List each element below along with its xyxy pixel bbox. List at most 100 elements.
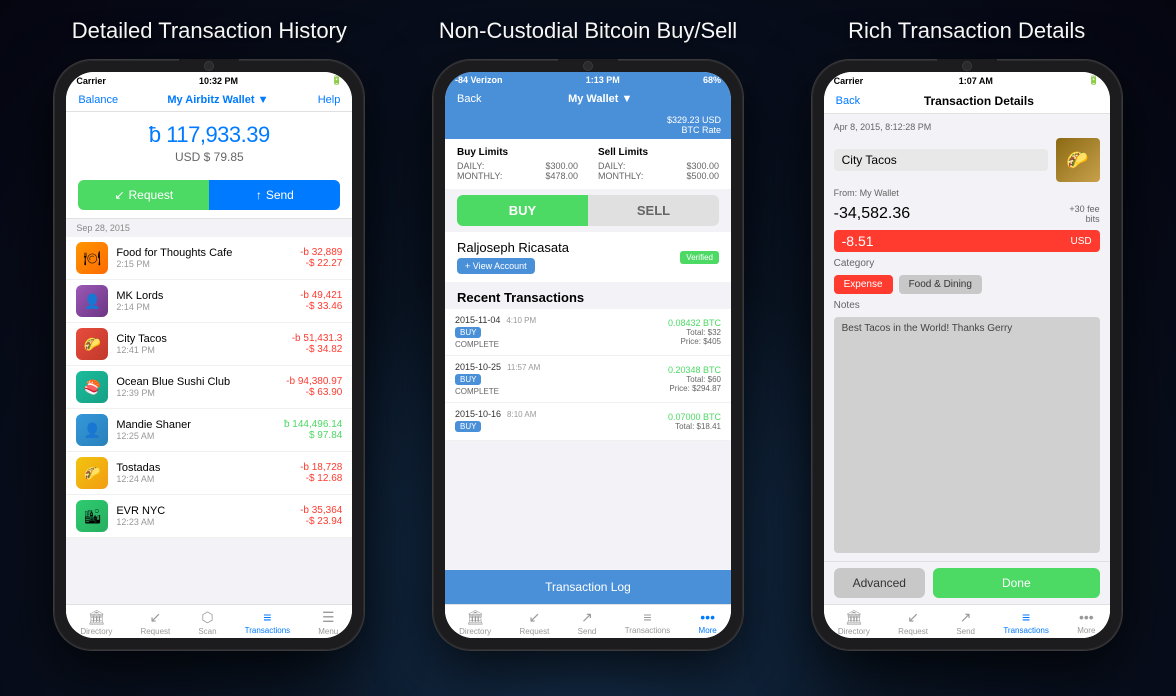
p2-transaction-log-button[interactable]: Transaction Log bbox=[445, 570, 731, 604]
p2-tx-2-total: Total: $18.41 bbox=[668, 422, 721, 431]
p1-tx-4-btc: ƀ 144,496.14 bbox=[284, 419, 342, 430]
p2-buy-daily-label: DAILY: bbox=[457, 161, 484, 171]
p2-buy-tab[interactable]: BUY bbox=[457, 195, 588, 226]
p2-recent-transactions-title: Recent Transactions bbox=[445, 282, 731, 309]
p2-nav-transactions[interactable]: ≡ Transactions bbox=[625, 609, 671, 636]
p1-tx-5-avatar: 🌮 bbox=[76, 457, 108, 489]
p3-merchant-row: City Tacos 🌮 bbox=[834, 138, 1100, 182]
p2-nav-more[interactable]: ••• More bbox=[699, 609, 717, 636]
p1-tx-0-time: 2:15 PM bbox=[116, 259, 292, 269]
p1-request-button[interactable]: ↙ Request bbox=[78, 180, 209, 210]
p2-tx-1-status: COMPLETE bbox=[455, 387, 660, 396]
p2-tx-2[interactable]: 2015-10-16 8:10 AM BUY 0.07000 BTC Total… bbox=[445, 403, 731, 441]
p1-tx-4[interactable]: 👤 Mandie Shaner 12:25 AM ƀ 144,496.14 $ … bbox=[66, 409, 352, 452]
p2-buy-monthly-label: MONTHLY: bbox=[457, 171, 502, 181]
p2-buy-monthly: MONTHLY: $478.00 bbox=[457, 171, 578, 181]
phone-3-camera bbox=[937, 59, 997, 71]
p3-expense-category[interactable]: Expense bbox=[834, 275, 893, 294]
p1-tx-0-info: Food for Thoughts Cafe 2:15 PM bbox=[116, 247, 292, 269]
p1-tx-1-amounts: -b 49,421 -$ 33.46 bbox=[300, 290, 342, 312]
p1-tx-0-btc: -b 32,889 bbox=[300, 247, 342, 258]
p2-sell-limits-title: Sell Limits bbox=[598, 147, 719, 158]
p2-time: 1:13 PM bbox=[586, 75, 620, 85]
p2-sell-daily: DAILY: $300.00 bbox=[598, 161, 719, 171]
p3-usd-amount: -8.51 bbox=[842, 233, 874, 249]
p3-nav-send[interactable]: ↗ Send bbox=[956, 609, 975, 636]
p2-tx-0-btc: 0.08432 BTC bbox=[668, 318, 721, 328]
p2-tx-0-total: Total: $32 bbox=[668, 328, 721, 337]
p3-done-button[interactable]: Done bbox=[933, 568, 1100, 598]
p2-buy-daily: DAILY: $300.00 bbox=[457, 161, 578, 171]
p1-tx-6[interactable]: 🏙 EVR NYC 12:23 AM -b 35,364 -$ 23.94 bbox=[66, 495, 352, 538]
p1-tx-0-amounts: -b 32,889 -$ 22.27 bbox=[300, 247, 342, 269]
p3-more-label: More bbox=[1077, 626, 1095, 635]
p1-nav-directory[interactable]: 🏛 Directory bbox=[80, 609, 112, 636]
p1-nav: Balance My Airbitz Wallet ▼ Help bbox=[66, 89, 352, 112]
p1-scan-label: Scan bbox=[198, 627, 216, 636]
p1-nav-balance[interactable]: Balance bbox=[78, 94, 118, 106]
p2-tx-0-time: 4:10 PM bbox=[506, 316, 536, 325]
p1-tx-5-info: Tostadas 12:24 AM bbox=[116, 462, 292, 484]
p1-tx-4-time: 12:25 AM bbox=[116, 431, 276, 441]
title-center: Non-Custodial Bitcoin Buy/Sell bbox=[399, 18, 778, 44]
title-right: Rich Transaction Details bbox=[777, 18, 1156, 44]
p1-nav-transactions[interactable]: ≡ Transactions bbox=[245, 609, 291, 636]
p1-send-button[interactable]: ↑ Send bbox=[209, 180, 340, 210]
p2-nav-request[interactable]: ↙ Request bbox=[520, 609, 550, 636]
p1-tx-2[interactable]: 🌮 City Tacos 12:41 PM -b 51,431.3 -$ 34.… bbox=[66, 323, 352, 366]
p2-tx-1-badge: BUY bbox=[455, 374, 481, 385]
p1-tx-6-name: EVR NYC bbox=[116, 505, 292, 517]
p2-transactions-label: Transactions bbox=[625, 626, 671, 635]
p1-tx-2-amounts: -b 51,431.3 -$ 34.82 bbox=[292, 333, 343, 355]
p1-directory-label: Directory bbox=[80, 627, 112, 636]
p2-tx-0[interactable]: 2015-11-04 4:10 PM BUY COMPLETE 0.08432 … bbox=[445, 309, 731, 356]
p3-send-icon: ↗ bbox=[960, 609, 972, 626]
p2-view-account-button[interactable]: + View Account bbox=[457, 258, 535, 274]
p3-back-button[interactable]: Back bbox=[836, 95, 860, 107]
p3-nav-request[interactable]: ↙ Request bbox=[898, 609, 928, 636]
p1-tx-3[interactable]: 🍣 Ocean Blue Sushi Club 12:39 PM -b 94,3… bbox=[66, 366, 352, 409]
p2-tx-0-right: 0.08432 BTC Total: $32 Price: $405 bbox=[668, 318, 721, 346]
p1-request-nav-icon: ↙ bbox=[149, 609, 161, 626]
p1-tx-1-btc: -b 49,421 bbox=[300, 290, 342, 301]
p2-tx-1-price: Price: $294.87 bbox=[668, 384, 721, 393]
p1-tx-1[interactable]: 👤 MK Lords 2:14 PM -b 49,421 -$ 33.46 bbox=[66, 280, 352, 323]
p2-send-icon: ↗ bbox=[581, 609, 593, 626]
p3-amount-row: -34,582.36 +30 feebits bbox=[834, 204, 1100, 224]
p2-wallet-title[interactable]: My Wallet ▼ bbox=[568, 93, 632, 105]
p1-tx-0[interactable]: 🍽 Food for Thoughts Cafe 2:15 PM -b 32,8… bbox=[66, 237, 352, 280]
p1-nav-scan[interactable]: ⬡ Scan bbox=[198, 609, 216, 636]
p3-notes-box[interactable]: Best Tacos in the World! Thanks Gerry bbox=[834, 317, 1100, 553]
p3-request-icon: ↙ bbox=[907, 609, 919, 626]
p2-more-label: More bbox=[699, 626, 717, 635]
p1-tx-2-time: 12:41 PM bbox=[116, 345, 283, 355]
phone-2: -84 Verizon 1:13 PM 68% Back My Wallet ▼… bbox=[433, 60, 743, 650]
p2-limits: Buy Limits DAILY: $300.00 MONTHLY: $478.… bbox=[445, 139, 731, 189]
p2-back-button[interactable]: Back bbox=[457, 93, 481, 105]
p3-advanced-button[interactable]: Advanced bbox=[834, 568, 925, 598]
p1-nav-help[interactable]: Help bbox=[318, 94, 341, 106]
p2-sell-tab[interactable]: SELL bbox=[588, 195, 719, 226]
p1-nav-request[interactable]: ↙ Request bbox=[140, 609, 170, 636]
p1-tx-3-name: Ocean Blue Sushi Club bbox=[116, 376, 278, 388]
p3-food-category[interactable]: Food & Dining bbox=[899, 275, 982, 294]
p1-nav-wallet[interactable]: My Airbitz Wallet ▼ bbox=[167, 94, 268, 106]
p2-user-name: Raljoseph Ricasata bbox=[457, 240, 569, 255]
p1-tx-4-usd: $ 97.84 bbox=[284, 430, 342, 441]
p2-tx-1-right: 0.20348 BTC Total: $60 Price: $294.87 bbox=[668, 365, 721, 393]
p1-tx-0-usd: -$ 22.27 bbox=[300, 258, 342, 269]
p1-tx-2-usd: -$ 34.82 bbox=[292, 344, 343, 355]
p2-tx-1-date: 2015-10-25 bbox=[455, 362, 501, 372]
p3-nav-transactions[interactable]: ≡ Transactions bbox=[1003, 609, 1049, 636]
p2-tx-1[interactable]: 2015-10-25 11:57 AM BUY COMPLETE 0.20348… bbox=[445, 356, 731, 403]
p1-battery: 🔋 bbox=[331, 75, 342, 86]
p3-notes-label: Notes bbox=[834, 300, 1100, 311]
p3-directory-icon: 🏛 bbox=[845, 609, 863, 626]
title-left: Detailed Transaction History bbox=[20, 18, 399, 44]
p2-nav-directory[interactable]: 🏛 Directory bbox=[459, 609, 491, 636]
p3-nav-more[interactable]: ••• More bbox=[1077, 609, 1095, 636]
p1-tx-5[interactable]: 🌮 Tostadas 12:24 AM -b 18,728 -$ 12.68 bbox=[66, 452, 352, 495]
p1-nav-menu[interactable]: ☰ Menu bbox=[318, 609, 338, 636]
p3-nav-directory[interactable]: 🏛 Directory bbox=[838, 609, 870, 636]
p2-nav-send[interactable]: ↗ Send bbox=[578, 609, 597, 636]
